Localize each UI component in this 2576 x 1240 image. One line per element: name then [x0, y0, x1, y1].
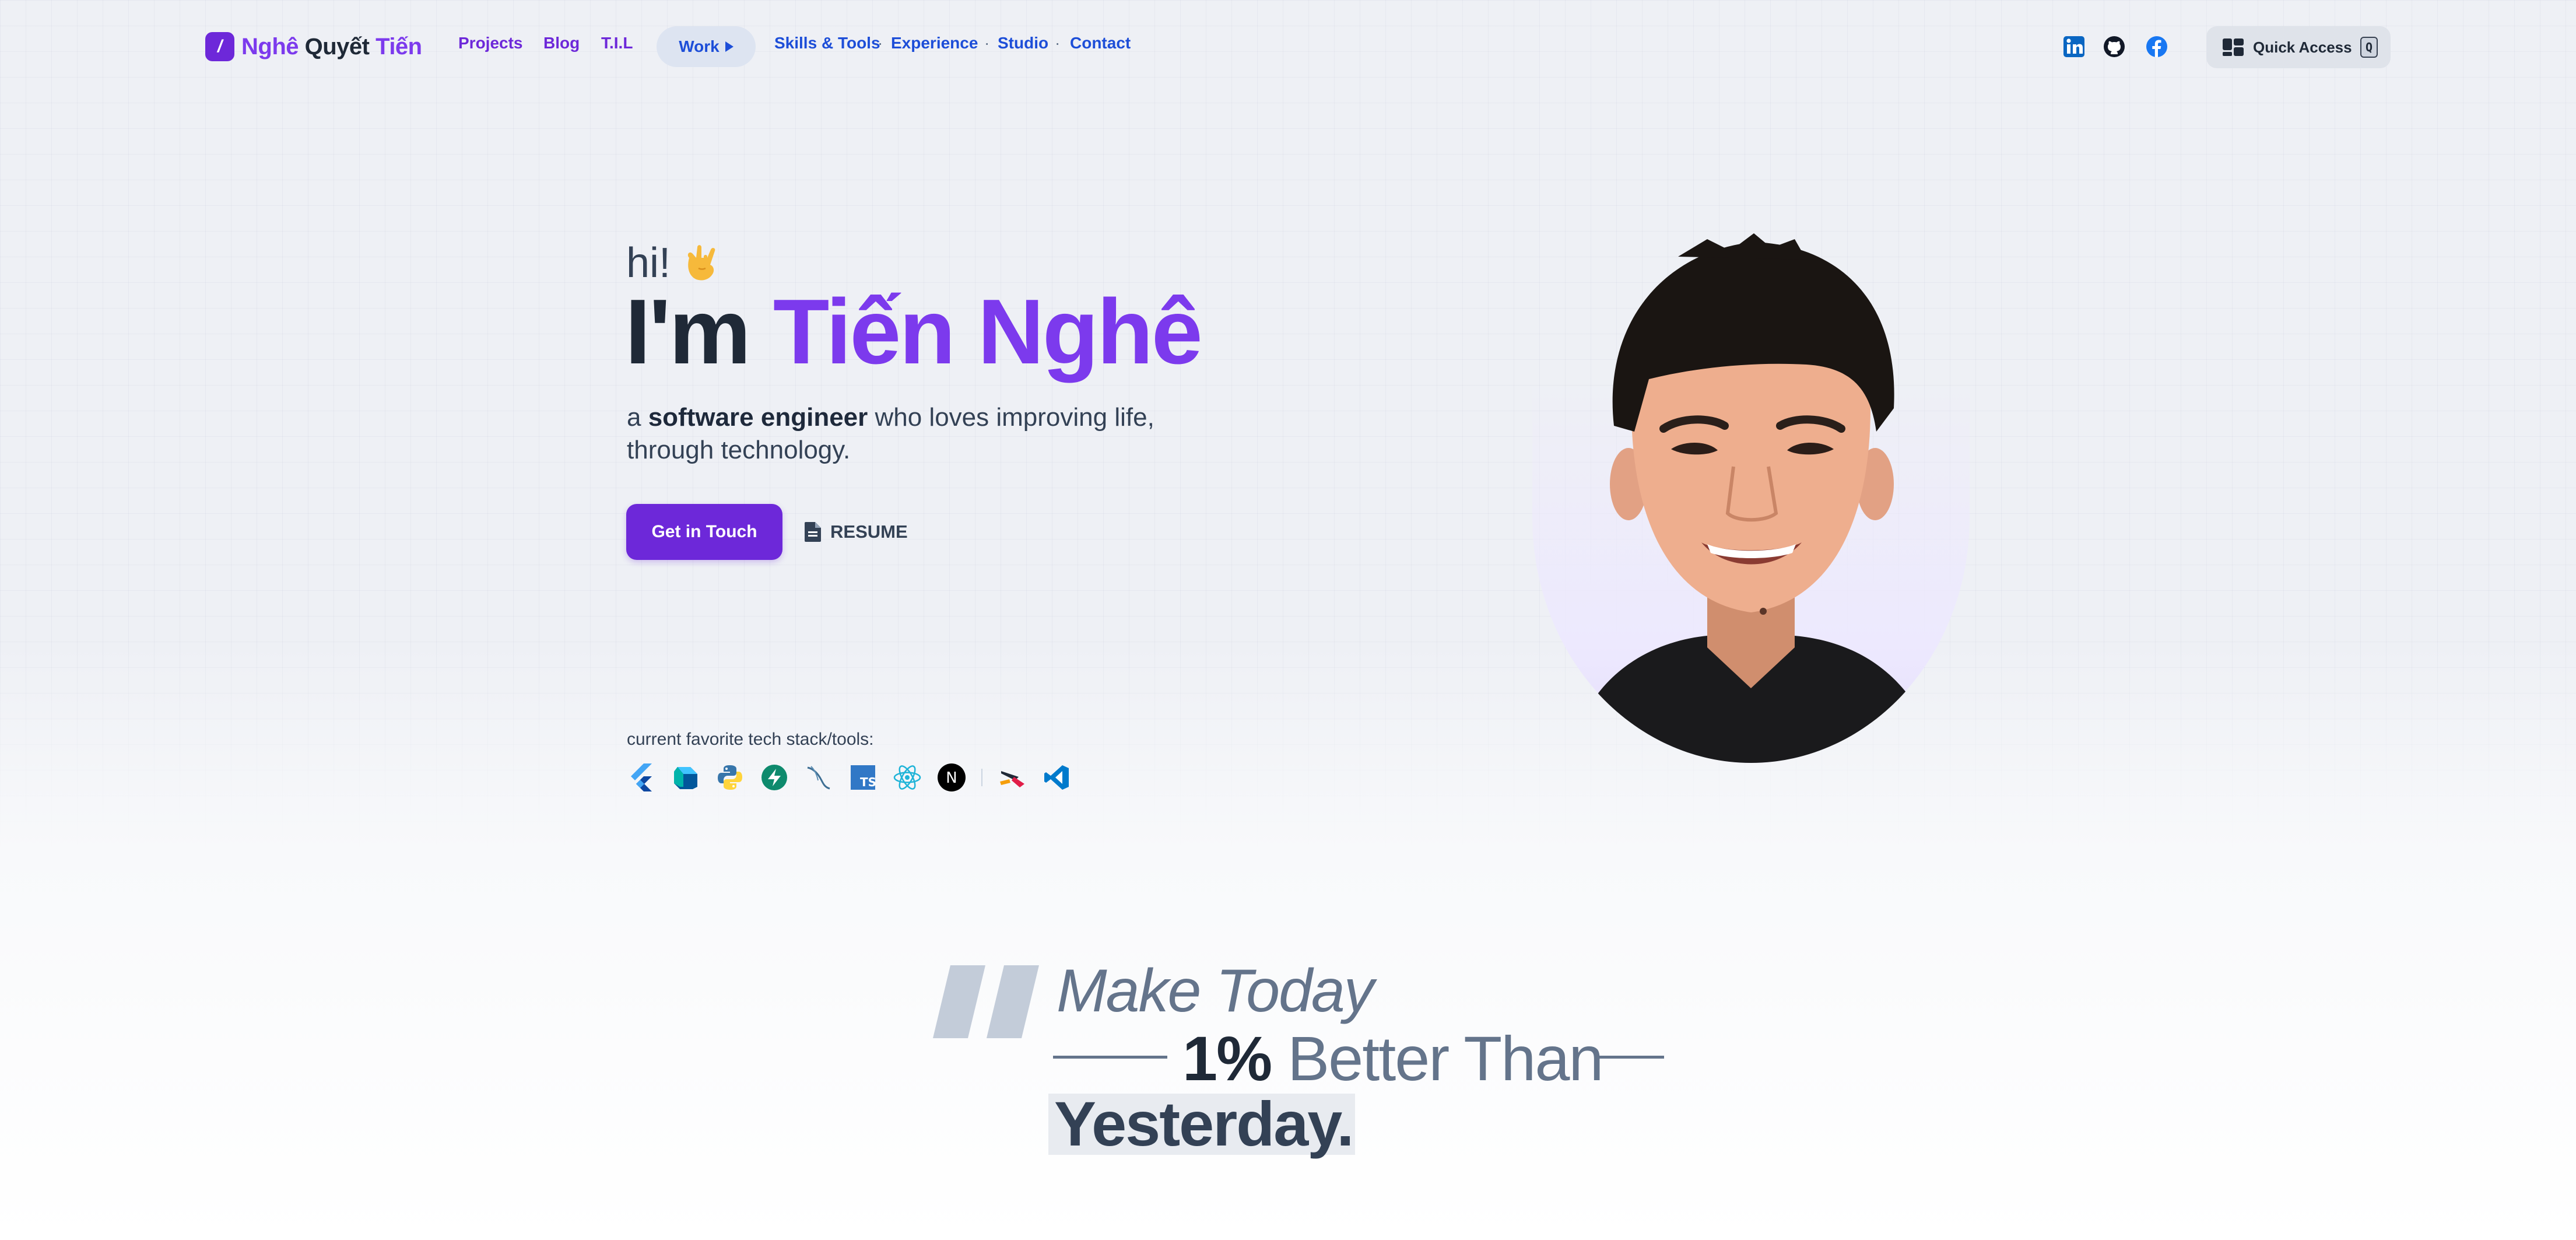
tech-divider	[981, 769, 982, 786]
top-navigation: / Nghê Quyết Tiến Projects Blog T.I.L Wo…	[0, 0, 2576, 93]
quote-dash-left	[1053, 1056, 1167, 1059]
site-logo[interactable]: / Nghê Quyết Tiến	[205, 29, 422, 64]
resume-link[interactable]: RESUME	[805, 519, 908, 545]
resume-label: RESUME	[830, 521, 908, 542]
python-icon	[715, 763, 745, 792]
portrait-illustration	[1567, 233, 1940, 763]
nextjs-icon: N	[937, 763, 966, 792]
mysql-icon	[804, 763, 833, 792]
get-in-touch-button[interactable]: Get in Touch	[626, 504, 782, 560]
nav-separator: ·	[984, 34, 990, 52]
nav-work-dropdown[interactable]: Work	[657, 26, 756, 67]
quote-dash-right	[1598, 1056, 1664, 1059]
nav-skills-tools[interactable]: Skills & Tools	[774, 34, 880, 52]
document-icon	[805, 522, 821, 542]
typescript-icon: TS	[848, 763, 878, 792]
quote-line-1: Make Today	[1057, 957, 1374, 1025]
rock-hand-icon	[687, 245, 715, 281]
quote-line-2: 1% Better Than	[1182, 1022, 1603, 1095]
typescript-text: TS	[860, 775, 876, 789]
linkedin-icon[interactable]	[2062, 35, 2086, 58]
nav-separator: ·	[878, 34, 883, 52]
quote-mark-icon	[933, 965, 1039, 1038]
github-icon[interactable]	[2103, 35, 2126, 58]
nav-blog[interactable]: Blog	[543, 34, 580, 52]
hero-tagline: a software engineer who loves improving …	[627, 401, 1210, 467]
tagline-pre: a	[627, 403, 648, 432]
hero-title: I'm Tiến Nghê	[625, 286, 1203, 378]
greeting: hi!	[626, 239, 724, 287]
nav-til[interactable]: T.I.L	[601, 34, 633, 52]
logo-part-1: Nghê	[241, 33, 299, 59]
tech-stack-icons: TS N	[627, 762, 1071, 793]
quick-access-label: Quick Access	[2253, 38, 2352, 56]
logo-part-2: Quyết	[304, 33, 370, 59]
logo-mark: /	[205, 32, 234, 61]
nav-separator: ·	[1055, 34, 1061, 52]
nav-work-label: Work	[679, 37, 720, 55]
hero-title-prefix: I'm	[625, 281, 751, 383]
quote-percent: 1%	[1182, 1023, 1272, 1094]
react-icon	[893, 763, 922, 792]
tool-icon	[998, 763, 1027, 792]
quote-line-2-rest: Better Than	[1271, 1023, 1603, 1094]
tagline-bold: software engineer	[648, 403, 868, 432]
flutter-icon	[627, 763, 656, 792]
profile-avatar	[1532, 233, 1970, 763]
play-arrow-icon	[725, 41, 734, 52]
logo-text: Nghê Quyết Tiến	[241, 34, 422, 60]
hero-name: Tiến Nghê	[773, 281, 1203, 383]
supabase-icon	[760, 763, 789, 792]
nav-experience[interactable]: Experience	[891, 34, 978, 52]
nextjs-text: N	[946, 769, 957, 787]
logo-part-3: Tiến	[375, 33, 422, 59]
vscode-icon	[1042, 763, 1071, 792]
quote-line-3: Yesterday.	[1054, 1088, 1354, 1159]
grid-icon	[2223, 38, 2244, 56]
nav-projects[interactable]: Projects	[458, 34, 523, 52]
greeting-text: hi!	[626, 240, 671, 286]
nav-studio[interactable]: Studio	[998, 34, 1048, 52]
facebook-icon[interactable]	[2145, 35, 2168, 58]
keyboard-shortcut-badge: Q	[2360, 37, 2378, 58]
dart-icon	[671, 763, 700, 792]
tech-stack-label: current favorite tech stack/tools:	[627, 730, 874, 749]
nav-contact[interactable]: Contact	[1070, 34, 1131, 52]
quick-access-button[interactable]: Quick Access Q	[2206, 26, 2391, 68]
